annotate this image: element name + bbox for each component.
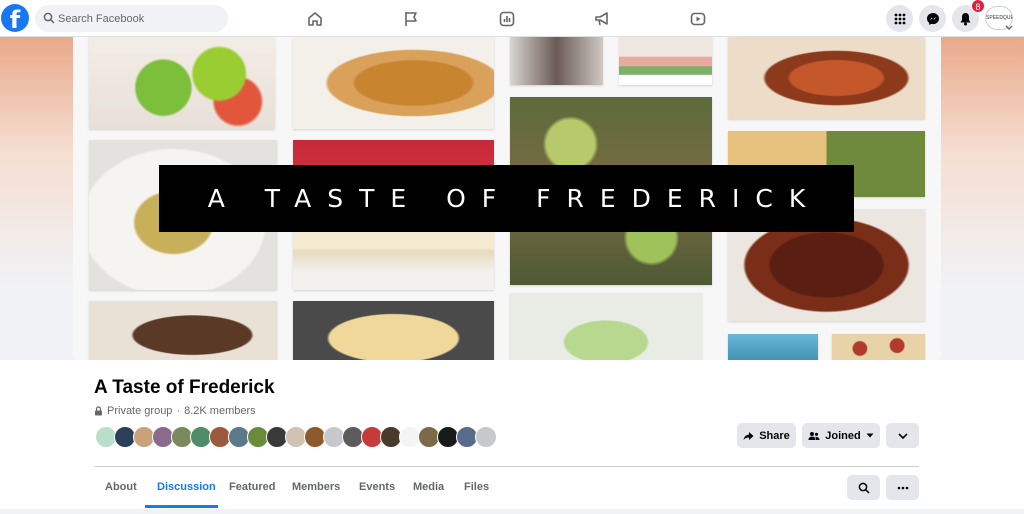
group-members-icon (808, 431, 820, 440)
home-icon[interactable] (302, 6, 328, 32)
tab-members[interactable]: Members (292, 481, 340, 493)
member-avatar[interactable] (475, 426, 497, 448)
tab-discussion[interactable]: Discussion (157, 481, 216, 493)
chevron-down-icon (1005, 25, 1013, 30)
tab-files[interactable]: Files (464, 481, 489, 493)
ellipsis-icon (897, 486, 908, 489)
search-icon (858, 482, 870, 494)
food-photo-chips (293, 301, 494, 360)
bell-icon (960, 12, 971, 25)
caret-down-icon (866, 433, 874, 438)
flag-icon[interactable] (398, 6, 424, 32)
food-photo-dessert-cup (510, 37, 603, 85)
video-icon[interactable] (685, 6, 711, 32)
food-photo-brownie (89, 301, 277, 360)
joined-button[interactable]: Joined (802, 423, 880, 448)
share-button[interactable]: Share (737, 423, 796, 448)
tab-featured[interactable]: Featured (229, 481, 275, 493)
notification-count-badge: 8 (971, 0, 985, 13)
lock-icon (95, 406, 102, 416)
group-name[interactable]: A Taste of Frederick (94, 377, 275, 399)
food-photo-salad (89, 37, 275, 129)
chevron-down-icon (897, 432, 908, 439)
page-bottom-edge (0, 509, 1024, 514)
meta-separator: · (176, 405, 181, 417)
tab-events[interactable]: Events (359, 481, 395, 493)
member-count[interactable]: 8.2K members (184, 405, 256, 417)
food-photo-pizza (832, 334, 925, 360)
food-photo-drinks (510, 293, 702, 360)
food-photo-crabs (728, 37, 925, 119)
cover-banner-text: A TASTE OF FREDERICK (207, 184, 822, 213)
chart-icon[interactable] (494, 6, 520, 32)
active-tab-indicator (145, 505, 218, 508)
messenger-icon (926, 12, 939, 25)
more-options-dropdown-button[interactable] (886, 423, 919, 448)
cover-banner: A TASTE OF FREDERICK (159, 165, 854, 232)
cover-photo[interactable]: A TASTE OF FREDERICK (73, 37, 941, 360)
grid-icon (894, 13, 905, 24)
facebook-logo[interactable]: f (1, 4, 29, 32)
group-meta: Private group · 8.2K members (94, 405, 256, 417)
tab-about[interactable]: About (105, 481, 137, 493)
food-photo-fried-chicken (293, 37, 494, 129)
tab-media[interactable]: Media (413, 481, 444, 493)
group-privacy[interactable]: Private group (107, 405, 172, 417)
search-bar[interactable] (35, 5, 228, 32)
header-divider (94, 466, 919, 467)
joined-label: Joined (825, 429, 861, 442)
search-input[interactable] (58, 5, 218, 32)
notifications-button[interactable]: 8 (952, 0, 985, 32)
food-photo-blue (728, 334, 818, 360)
megaphone-icon[interactable] (589, 6, 615, 32)
group-search-button[interactable] (847, 475, 880, 500)
top-navigation-bar: f 8 SPEEDQUEEN (0, 0, 1024, 37)
menu-grid-button[interactable] (886, 5, 913, 32)
search-icon (43, 12, 55, 24)
share-label: Share (759, 429, 790, 442)
food-photo-sandwich (619, 37, 712, 85)
more-actions-button[interactable] (886, 475, 919, 500)
messenger-button[interactable] (919, 5, 946, 32)
share-icon (743, 431, 754, 440)
